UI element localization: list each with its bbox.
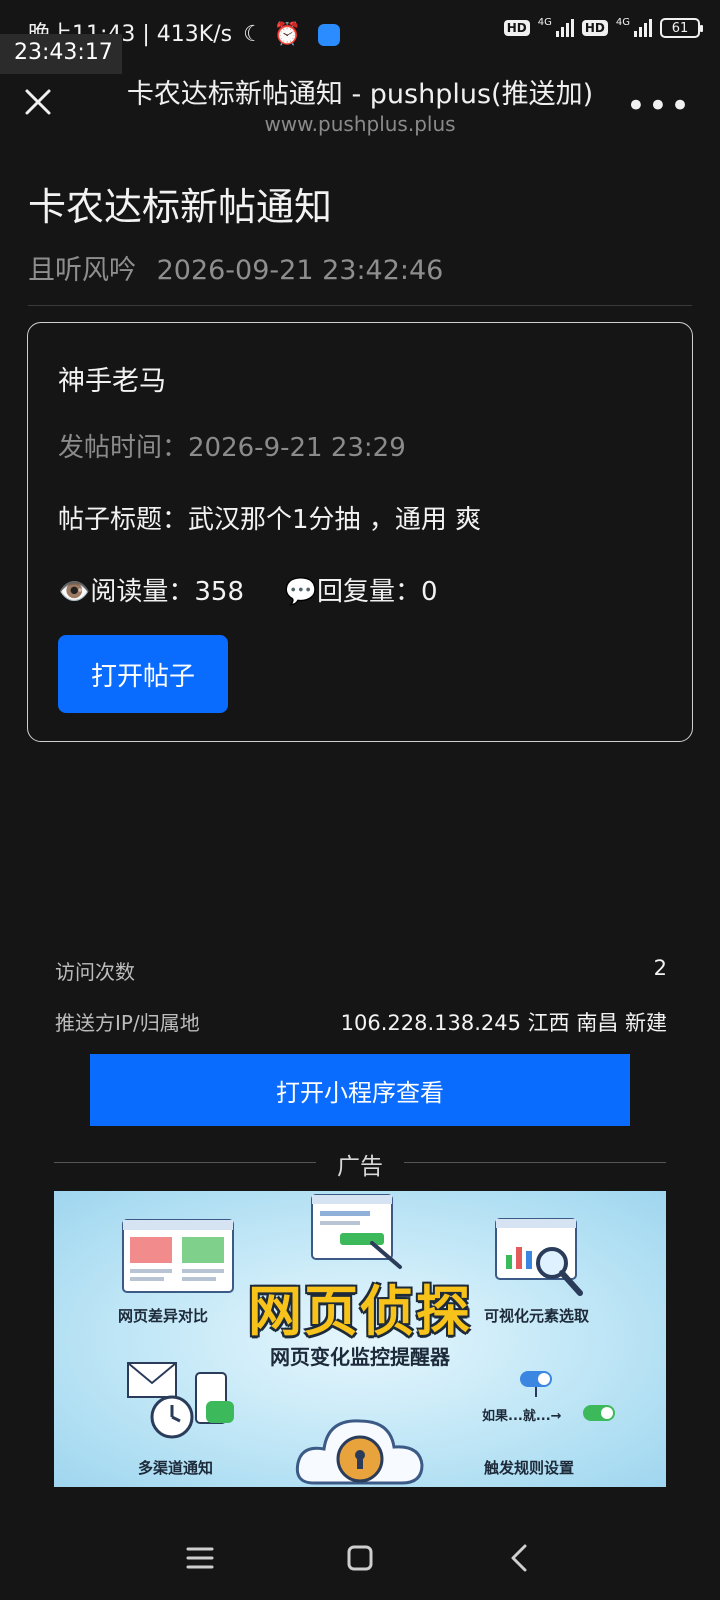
compare-pages-icon xyxy=(122,1219,234,1293)
post-author: 神手老马 xyxy=(58,366,166,397)
open-mini-program-button[interactable]: 打开小程序查看 xyxy=(90,1054,630,1126)
views-label: 阅读量： xyxy=(90,577,195,607)
ad-banner[interactable]: 网页差异对比 可视化元素选取 网页侦探 网页变化监控提醒器 多渠道通知 如果..… xyxy=(54,1191,666,1487)
post-subject-value: 武汉那个1分抽 ，通用 爽 xyxy=(188,505,482,535)
ad-label: 广告 xyxy=(337,1154,383,1180)
replies-label: 回复量： xyxy=(316,577,421,607)
hd-icon: HD xyxy=(503,20,530,36)
close-icon[interactable] xyxy=(20,84,56,120)
post-time-label: 发帖时间： xyxy=(58,433,189,463)
page-header-title: 卡农达标新帖通知 - pushplus(推送加) xyxy=(126,79,594,110)
ad-feature-multichannel: 多渠道通知 xyxy=(138,1459,214,1477)
article-datetime: 2026-09-21 23:42:46 xyxy=(156,255,444,286)
open-post-button[interactable]: 打开帖子 xyxy=(58,635,228,713)
browser-cursor-icon xyxy=(311,1194,402,1269)
views-count: 358 xyxy=(194,577,245,607)
article-title: 卡农达标新帖通知 xyxy=(28,185,333,229)
menu-icon[interactable] xyxy=(180,1538,220,1578)
chart-magnifier-icon xyxy=(495,1218,583,1296)
ad-divider-right xyxy=(404,1162,666,1163)
home-icon[interactable] xyxy=(340,1538,380,1578)
ad-feature-trigger-rules: 触发规则设置 xyxy=(484,1459,575,1477)
toggle-icon xyxy=(520,1371,552,1397)
sender-ip-value: 106.228.138.245 江西 南昌 新建 xyxy=(340,1011,667,1035)
visits-label: 访问次数 xyxy=(55,960,135,984)
status-right: HD 4G HD 4G 61 xyxy=(503,16,703,38)
sender-ip-label: 推送方IP/归属地 xyxy=(55,1011,200,1035)
hd-icon: HD xyxy=(581,20,608,36)
ad-main-title: 网页侦探 xyxy=(248,1280,472,1343)
network-type-label: 4G xyxy=(615,16,630,28)
visits-row: 访问次数 2 xyxy=(55,956,667,985)
back-icon[interactable] xyxy=(500,1538,540,1578)
ad-feature-compare: 网页差异对比 xyxy=(118,1307,209,1325)
post-subject-label: 帖子标题： xyxy=(58,505,189,535)
divider xyxy=(28,305,692,306)
eye-icon: 👁️ xyxy=(58,577,91,607)
cloud-lock-icon xyxy=(295,1419,424,1485)
post-time-value: 2026-9-21 23:29 xyxy=(188,433,406,463)
system-nav-bar xyxy=(0,1520,720,1600)
moon-icon: ☾ xyxy=(243,22,263,47)
floating-clock: 23:43:17 xyxy=(0,34,122,74)
network-type-label: 4G xyxy=(537,16,552,28)
visits-count: 2 xyxy=(653,956,667,980)
app-notification-icon xyxy=(318,24,341,46)
signal-icon xyxy=(634,19,652,37)
notification-channels-icon xyxy=(127,1362,234,1439)
article-author: 且听风吟 xyxy=(28,255,136,286)
toggle-on-icon xyxy=(583,1405,615,1421)
alarm-icon: ⏰ xyxy=(273,22,302,47)
signal-icon xyxy=(555,19,574,37)
post-stats: 👁️阅读量：358 💬回复量：0 xyxy=(58,571,438,608)
replies-count: 0 xyxy=(420,577,438,607)
ad-subtitle: 网页变化监控提醒器 xyxy=(270,1345,450,1369)
post-card: 神手老马 发帖时间：2026-9-21 23:29 帖子标题：武汉那个1分抽 ，… xyxy=(27,322,693,742)
sender-ip-row: 推送方IP/归属地 106.228.138.245 江西 南昌 新建 xyxy=(55,1007,667,1036)
ad-divider-left xyxy=(54,1162,316,1163)
article-meta: 且听风吟 2026-09-21 23:42:46 xyxy=(28,248,443,287)
post-time: 发帖时间：2026-9-21 23:29 xyxy=(58,427,406,464)
page-url: www.pushplus.plus xyxy=(264,112,456,136)
more-options-icon[interactable]: ••• xyxy=(626,86,692,126)
speech-bubble-icon: 💬 xyxy=(284,577,317,607)
battery-icon: 61 xyxy=(660,18,703,38)
ad-feature-visual-select: 可视化元素选取 xyxy=(484,1307,590,1325)
battery-level: 61 xyxy=(671,20,689,36)
post-subject: 帖子标题：武汉那个1分抽 ，通用 爽 xyxy=(58,499,481,536)
ad-rule-text: 如果...就...→ xyxy=(482,1409,562,1424)
